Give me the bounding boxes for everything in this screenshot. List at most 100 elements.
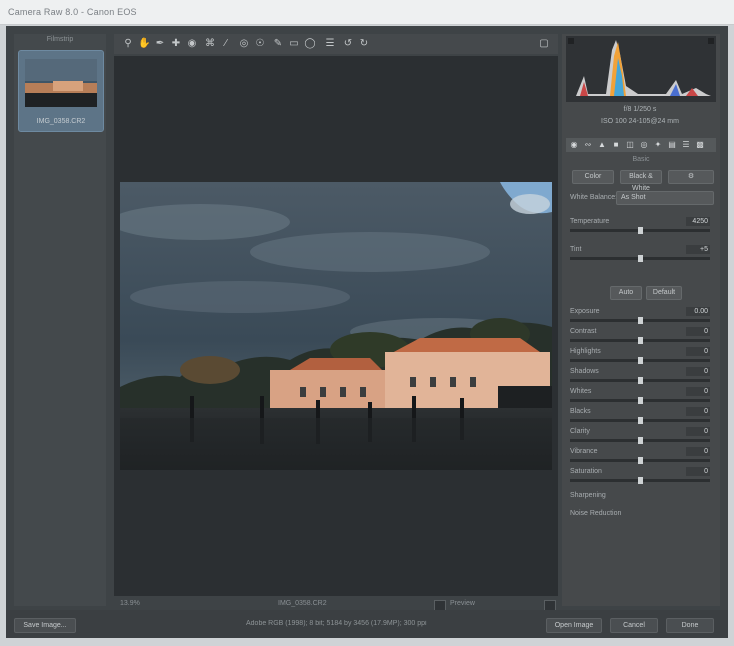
slider-knob[interactable] — [638, 337, 643, 344]
sliders-value-field[interactable]: 4250 — [686, 217, 710, 226]
slider-knob[interactable] — [638, 317, 643, 324]
adjustments-slider[interactable] — [570, 377, 710, 384]
adjustments-slider[interactable] — [570, 397, 710, 404]
tab-camera-calibration-icon[interactable]: ▤ — [666, 140, 678, 150]
adjustments-value-field[interactable]: 0 — [686, 407, 710, 416]
tools-toolbar: ⚲ ✋ ✒ ✚ ◉ ⌘ ∕ ◎ ☉ ✎ ▭ ◯ ☰ ↺ ↻ ▢ — [114, 34, 558, 54]
adjustments-value-field[interactable]: 0 — [686, 367, 710, 376]
adjustments-value-field[interactable]: 0.00 — [686, 307, 710, 316]
window-titlebar: Camera Raw 8.0 - Canon EOS — [0, 0, 734, 25]
tab-effects-icon[interactable]: ✦ — [652, 140, 664, 150]
adjustment-brush-icon[interactable]: ✎ — [272, 38, 284, 50]
adjustments-label: Vibrance — [570, 448, 598, 455]
crop-tool-icon[interactable]: ⌘ — [204, 38, 216, 50]
slider-knob[interactable] — [638, 357, 643, 364]
hand-tool-icon[interactable]: ✋ — [138, 38, 150, 50]
color-sampler-icon[interactable]: ✚ — [170, 38, 182, 50]
shadow-clipping-warning-icon — [568, 38, 574, 44]
zoom-tool-icon[interactable]: ⚲ — [122, 38, 134, 50]
adjustments-value-field[interactable]: 0 — [686, 427, 710, 436]
adjustments-label: Contrast — [570, 328, 597, 335]
camera-exposure-info: f/8 1/250 s — [623, 106, 657, 113]
adjustments-slider[interactable] — [570, 437, 710, 444]
preview-image — [120, 182, 552, 470]
slider-knob[interactable] — [638, 457, 643, 464]
tab-presets-icon[interactable]: ☰ — [680, 140, 692, 150]
extra-row-label[interactable]: Sharpening — [570, 492, 606, 499]
treatment-color-button[interactable]: Color — [572, 170, 614, 184]
adjustments-slider[interactable] — [570, 457, 710, 464]
sliders-value-field[interactable]: +5 — [686, 245, 710, 254]
preview-canvas[interactable] — [114, 56, 558, 596]
zoom-level[interactable]: 13.9% — [120, 600, 140, 607]
extra-row-label[interactable]: Noise Reduction — [570, 510, 621, 517]
tab-basic-icon[interactable]: ◉ — [568, 140, 580, 150]
workflow-options-link[interactable]: Adobe RGB (1998); 8 bit; 5184 by 3456 (1… — [246, 620, 446, 627]
adjustments-label: Highlights — [570, 348, 601, 355]
treatment-bw-button[interactable]: Black & White — [620, 170, 662, 192]
thumbnail-caption: IMG_0358.CR2 — [36, 118, 86, 125]
sliders-label: Temperature — [570, 218, 610, 225]
slider-knob[interactable] — [638, 437, 643, 444]
fullscreen-icon[interactable]: ▢ — [538, 38, 550, 50]
adjustments-label: Shadows — [570, 368, 599, 375]
adjustments-label: Blacks — [570, 408, 591, 415]
slider-knob[interactable] — [638, 417, 643, 424]
white-balance-tool-icon[interactable]: ✒ — [154, 38, 166, 50]
save-image-button[interactable]: Save Image... — [14, 618, 76, 633]
adjustments-value-field[interactable]: 0 — [686, 387, 710, 396]
adjustments-slider[interactable] — [570, 417, 710, 424]
sliders-label: Tint — [570, 246, 582, 253]
graduated-filter-icon[interactable]: ▭ — [288, 38, 300, 50]
thumbnail-image — [25, 59, 97, 107]
open-image-button[interactable]: Open Image — [546, 618, 602, 633]
default-button[interactable]: Default — [646, 286, 682, 300]
adjustments-value-field[interactable]: 0 — [686, 467, 710, 476]
tab-detail-icon[interactable]: ▲ — [596, 140, 608, 150]
status-filename: IMG_0358.CR2 — [278, 600, 327, 607]
adjustments-value-field[interactable]: 0 — [686, 447, 710, 456]
adjustments-slider[interactable] — [570, 337, 710, 344]
slider-knob[interactable] — [638, 377, 643, 384]
done-button[interactable]: Done — [666, 618, 714, 633]
sliders-slider[interactable] — [570, 255, 710, 262]
rotate-ccw-icon[interactable]: ↺ — [342, 38, 354, 50]
adjustments-panel: f/8 1/250 s ISO 100 24-105@24 mm ◉ ∾ ▲ ■… — [562, 34, 720, 606]
adjustments-slider[interactable] — [570, 357, 710, 364]
slider-knob[interactable] — [638, 477, 643, 484]
slider-knob[interactable] — [638, 397, 643, 404]
panel-tabs: ◉ ∾ ▲ ■ ◫ ◎ ✦ ▤ ☰ ▩ — [566, 138, 716, 152]
adjustments-value-field[interactable]: 0 — [686, 347, 710, 356]
adjustments-label: Exposure — [570, 308, 600, 315]
treatment-options-button[interactable]: ⚙ — [668, 170, 714, 184]
adjustments-slider[interactable] — [570, 317, 710, 324]
adjustments-label: Saturation — [570, 468, 602, 475]
red-eye-icon[interactable]: ☉ — [254, 38, 266, 50]
white-balance-dropdown[interactable]: As Shot — [616, 191, 714, 205]
tab-hsl-icon[interactable]: ■ — [610, 140, 622, 150]
rotate-cw-icon[interactable]: ↻ — [358, 38, 370, 50]
window-title: Camera Raw 8.0 - Canon EOS — [8, 7, 137, 17]
auto-button[interactable]: Auto — [610, 286, 642, 300]
slider-knob[interactable] — [638, 255, 643, 262]
slider-knob[interactable] — [638, 227, 643, 234]
tab-split-toning-icon[interactable]: ◫ — [624, 140, 636, 150]
preview-mode-label[interactable]: Preview — [450, 600, 475, 607]
radial-filter-icon[interactable]: ◯ — [304, 38, 316, 50]
filmstrip-panel: Filmstrip IMG_0358.CR2 — [14, 34, 106, 606]
straighten-tool-icon[interactable]: ∕ — [220, 38, 232, 50]
spot-removal-icon[interactable]: ◎ — [238, 38, 250, 50]
camera-lens-info: ISO 100 24-105@24 mm — [601, 118, 679, 125]
filmstrip-thumbnail[interactable]: IMG_0358.CR2 — [18, 50, 104, 132]
preferences-icon[interactable]: ☰ — [324, 38, 336, 50]
adjustments-value-field[interactable]: 0 — [686, 327, 710, 336]
cancel-button[interactable]: Cancel — [610, 618, 658, 633]
tab-snapshots-icon[interactable]: ▩ — [694, 140, 706, 150]
tab-lens-icon[interactable]: ◎ — [638, 140, 650, 150]
adjustments-slider[interactable] — [570, 477, 710, 484]
targeted-adjustment-icon[interactable]: ◉ — [186, 38, 198, 50]
highlight-clipping-warning-icon — [708, 38, 714, 44]
tab-tone-curve-icon[interactable]: ∾ — [582, 140, 594, 150]
adjustments-label: Clarity — [570, 428, 590, 435]
sliders-slider[interactable] — [570, 227, 710, 234]
